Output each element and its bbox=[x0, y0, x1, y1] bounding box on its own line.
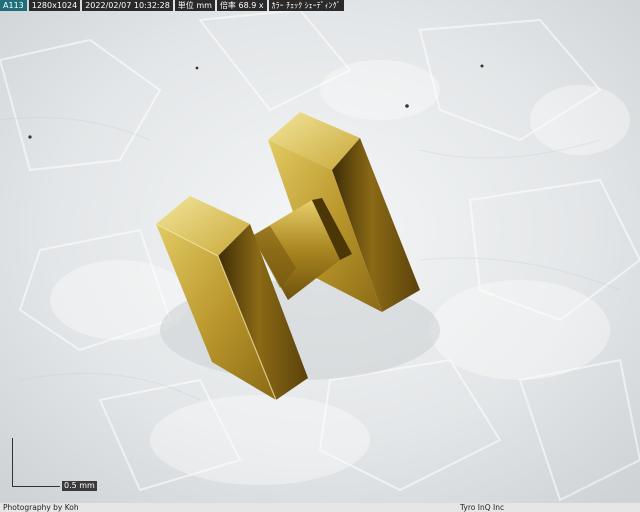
timestamp-label: 2022/02/07 10:32:28 bbox=[82, 0, 173, 11]
resolution-label: 1280x1024 bbox=[28, 0, 81, 11]
image-id-badge: A113 bbox=[0, 0, 27, 11]
capture-info-bar: A113 1280x1024 2022/02/07 10:32:28 単位 mm… bbox=[0, 0, 344, 11]
scale-bar-label: 0.5 mm bbox=[62, 481, 97, 491]
company-credit: Tyro InQ Inc bbox=[460, 503, 505, 512]
microscope-viewport: A113 1280x1024 2022/02/07 10:32:28 単位 mm… bbox=[0, 0, 640, 512]
magnification-label: 倍率 68.9 x bbox=[216, 0, 267, 11]
scale-bar-vertical bbox=[12, 438, 13, 486]
mode-label: ｶﾗｰ ﾁｪｯｸ ｼｪｰﾃﾞｨﾝｸﾞ bbox=[268, 0, 344, 11]
footer-bar: Photography by Koh Tyro InQ Inc bbox=[0, 503, 640, 512]
photo-credit: Photography by Koh bbox=[3, 503, 79, 512]
scale-bar-horizontal bbox=[12, 486, 60, 487]
specimen-photo bbox=[0, 0, 640, 512]
unit-label: 単位 mm bbox=[174, 0, 215, 11]
